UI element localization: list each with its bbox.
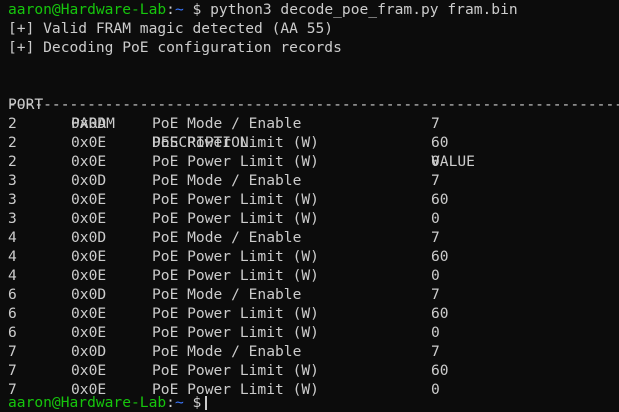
cell-port: 4 <box>8 229 17 246</box>
table-row: 6 0x0D PoE Mode / Enable 7 <box>8 285 619 304</box>
cell-port: 2 <box>8 134 17 151</box>
cell-description: PoE Power Limit (W) <box>152 362 319 379</box>
cell-port: 6 <box>8 305 17 322</box>
table-row: 2 0x0E PoE Power Limit (W) 60 <box>8 133 619 152</box>
cell-description: PoE Power Limit (W) <box>152 210 319 227</box>
table-row: 3 0x0D PoE Mode / Enable 7 <box>8 171 619 190</box>
cell-port: 6 <box>8 286 17 303</box>
cell-description: PoE Power Limit (W) <box>152 134 319 151</box>
cell-param: 0x0E <box>71 134 107 151</box>
cell-param: 0x0D <box>71 286 107 303</box>
command-line: aaron@Hardware-Lab:~ $ python3 decode_po… <box>8 0 619 19</box>
cell-param: 0x0E <box>71 305 107 322</box>
final-prompt-user-host: aaron@Hardware-Lab <box>8 394 167 411</box>
table-row: 4 0x0D PoE Mode / Enable 7 <box>8 228 619 247</box>
table-row: 4 0x0E PoE Power Limit (W) 60 <box>8 247 619 266</box>
cell-param: 0x0D <box>71 229 107 246</box>
command-text: python3 decode_poe_fram.py fram.bin <box>210 1 518 18</box>
final-prompt-path: ~ <box>174 394 184 411</box>
table-body: 2 0x0D PoE Mode / Enable 7 2 0x0E PoE Power Li… <box>8 114 619 399</box>
cell-description: PoE Power Limit (W) <box>152 153 319 170</box>
cell-value: 60 <box>431 191 449 208</box>
cell-param: 0x0E <box>71 267 107 284</box>
cell-value: 60 <box>431 362 449 379</box>
cell-description: PoE Power Limit (W) <box>152 324 319 341</box>
cell-port: 3 <box>8 210 17 227</box>
cell-value: 0 <box>431 210 440 227</box>
prompt-path: ~ <box>174 1 184 18</box>
table-row: 6 0x0E PoE Power Limit (W) 60 <box>8 304 619 323</box>
header-port: PORT <box>8 96 44 113</box>
table-row: 7 0x0E PoE Power Limit (W) 60 <box>8 361 619 380</box>
cell-port: 4 <box>8 267 17 284</box>
table-row: 7 0x0D PoE Mode / Enable 7 <box>8 342 619 361</box>
output-line-decoding: [+] Decoding PoE configuration records <box>8 39 342 56</box>
prompt-dollar: $ <box>192 1 202 18</box>
cell-param: 0x0E <box>71 362 107 379</box>
cell-port: 2 <box>8 115 17 132</box>
cell-value: 7 <box>431 172 440 189</box>
final-prompt[interactable]: aaron@Hardware-Lab:~ $ <box>8 393 208 412</box>
prompt-user-host: aaron@Hardware-Lab <box>8 1 167 18</box>
cell-port: 6 <box>8 324 17 341</box>
cell-value: 0 <box>431 381 440 398</box>
cell-param: 0x0E <box>71 191 107 208</box>
cell-param: 0x0E <box>71 324 107 341</box>
cell-description: PoE Power Limit (W) <box>152 267 319 284</box>
table-row: 2 0x0E PoE Power Limit (W) 0 <box>8 152 619 171</box>
table-separator: ----------------------------------------… <box>8 96 619 113</box>
cell-value: 0 <box>431 267 440 284</box>
cell-value: 7 <box>431 286 440 303</box>
cell-value: 60 <box>431 134 449 151</box>
cell-port: 7 <box>8 362 17 379</box>
cell-value: 7 <box>431 229 440 246</box>
cell-description: PoE Mode / Enable <box>152 343 302 360</box>
cell-port: 3 <box>8 172 17 189</box>
final-prompt-dollar: $ <box>192 394 202 411</box>
cell-description: PoE Power Limit (W) <box>152 248 319 265</box>
cell-value: 7 <box>431 115 440 132</box>
cell-description: PoE Power Limit (W) <box>152 191 319 208</box>
table-row: 4 0x0E PoE Power Limit (W) 0 <box>8 266 619 285</box>
table-header: PORT PARAM DESCRIPTION VALUE <box>8 76 619 170</box>
table-row: 2 0x0D PoE Mode / Enable 7 <box>8 114 619 133</box>
cell-param: 0x0E <box>71 248 107 265</box>
cell-param: 0x0D <box>71 343 107 360</box>
table-row: 6 0x0E PoE Power Limit (W) 0 <box>8 323 619 342</box>
cell-port: 2 <box>8 153 17 170</box>
cell-port: 7 <box>8 343 17 360</box>
cell-param: 0x0D <box>71 172 107 189</box>
cell-value: 0 <box>431 153 440 170</box>
text-cursor <box>205 396 208 410</box>
output-line-magic: [+] Valid FRAM magic detected (AA 55) <box>8 20 334 37</box>
table-row: 3 0x0E PoE Power Limit (W) 60 <box>8 190 619 209</box>
cell-value: 60 <box>431 248 449 265</box>
prompt-separator: : <box>166 1 175 18</box>
terminal-window[interactable]: aaron@Hardware-Lab:~ $ python3 decode_po… <box>8 0 619 399</box>
cell-description: PoE Mode / Enable <box>152 229 302 246</box>
cell-port: 3 <box>8 191 17 208</box>
cell-value: 0 <box>431 324 440 341</box>
table-row: 3 0x0E PoE Power Limit (W) 0 <box>8 209 619 228</box>
final-prompt-separator: : <box>166 394 175 411</box>
cell-description: PoE Mode / Enable <box>152 172 302 189</box>
cell-value: 60 <box>431 305 449 322</box>
cell-param: 0x0D <box>71 115 107 132</box>
cell-param: 0x0E <box>71 153 107 170</box>
cell-param: 0x0E <box>71 210 107 227</box>
cell-description: PoE Power Limit (W) <box>152 305 319 322</box>
cell-description: PoE Mode / Enable <box>152 115 302 132</box>
cell-value: 7 <box>431 343 440 360</box>
cell-description: PoE Mode / Enable <box>152 286 302 303</box>
cell-port: 4 <box>8 248 17 265</box>
